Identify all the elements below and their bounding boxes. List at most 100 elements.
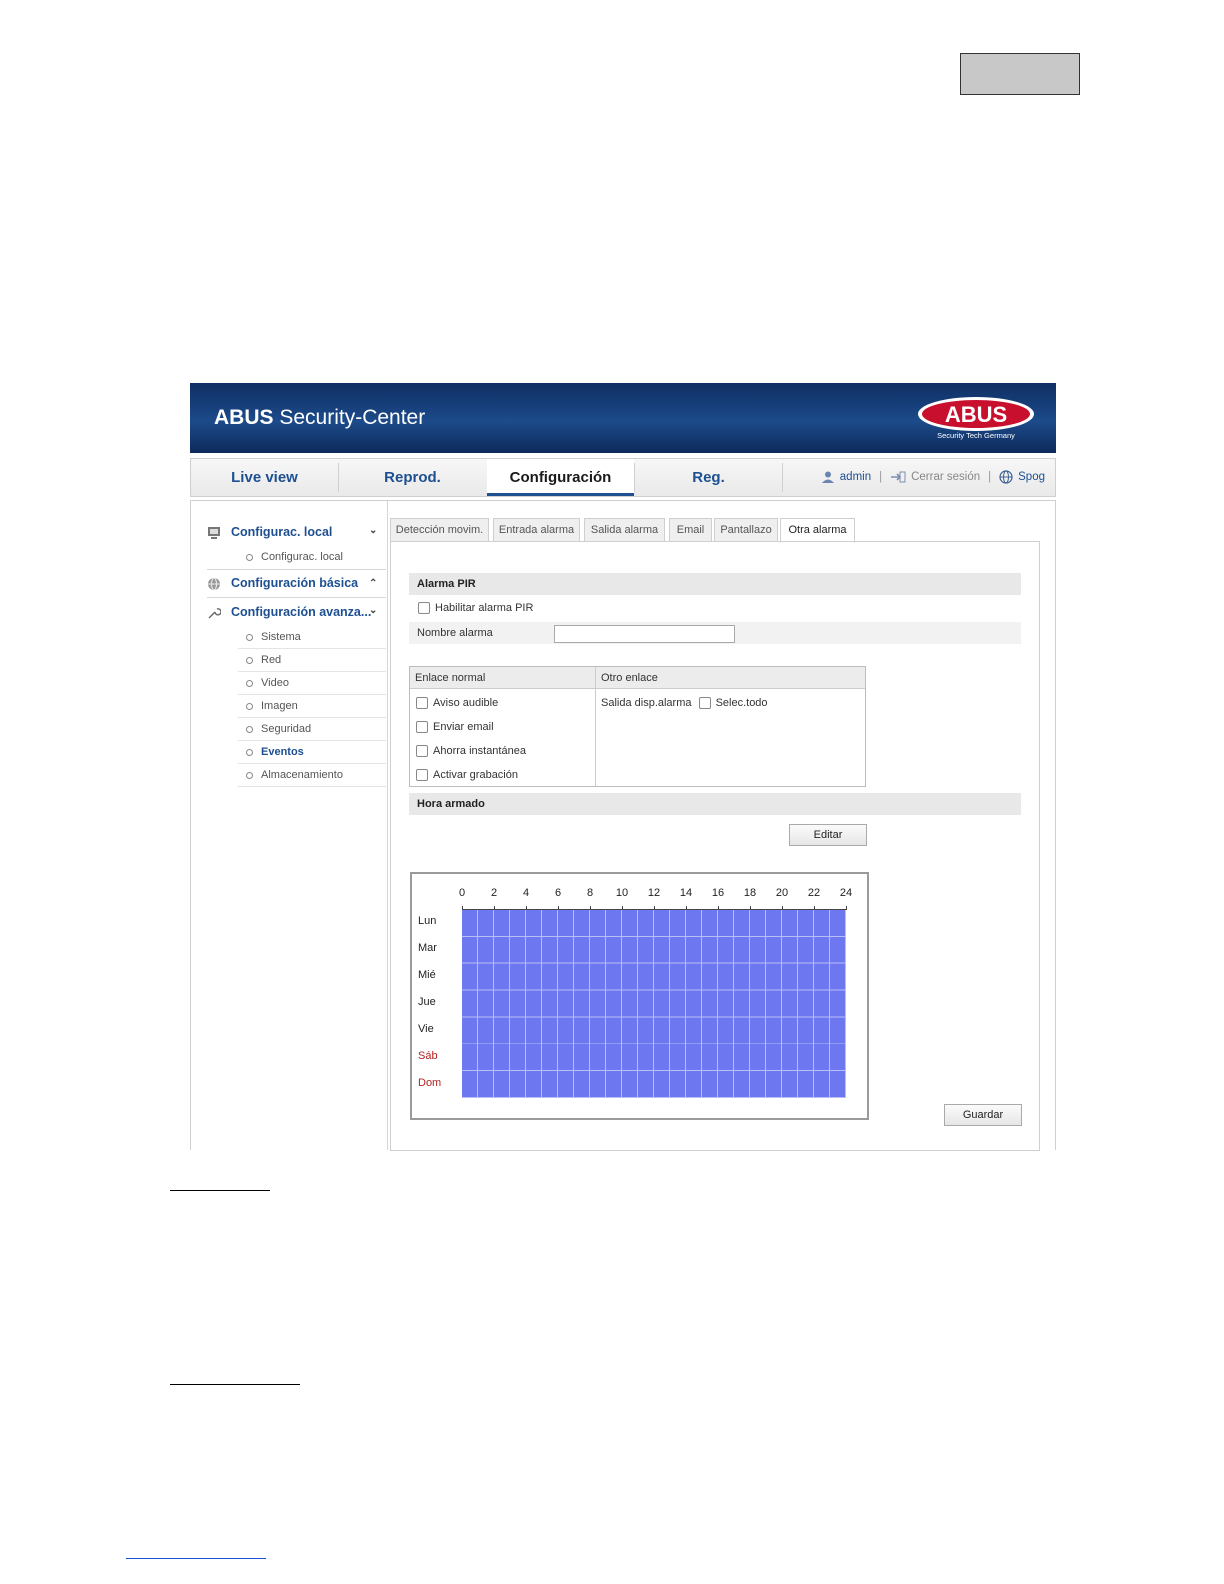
send-email-checkbox[interactable] <box>416 721 428 734</box>
day-label: Vie <box>418 1022 434 1035</box>
linkage-table: Enlace normal Otro enlace Aviso audible … <box>409 666 866 787</box>
abus-logo: ABUS Security Tech Germany <box>918 397 1034 440</box>
globe-icon <box>999 470 1013 484</box>
username-link[interactable]: admin <box>840 471 871 483</box>
chevron-up-icon: ⌃ <box>369 578 378 589</box>
subtab-alarm-output[interactable]: Salida alarma <box>584 518 665 542</box>
alarm-name-label: Nombre alarma <box>417 627 493 639</box>
day-label: Mié <box>418 969 436 982</box>
section-pir-alarm: Alarma PIR <box>409 573 1021 595</box>
user-icon <box>821 471 834 483</box>
tab-configuration[interactable]: Configuración <box>487 459 634 496</box>
user-bar: admin | Cerrar sesión | Spog <box>821 459 1045 496</box>
sidebar-item-local-config[interactable]: Configurac. local <box>238 546 386 568</box>
abus-web-interface: ABUS Security-Center ABUS Security Tech … <box>190 383 1056 1151</box>
hour-tick <box>462 906 463 910</box>
sidebar-item-eventos[interactable]: Eventos <box>238 741 386 764</box>
monitor-icon <box>208 527 220 539</box>
underline-rule <box>170 1384 300 1385</box>
sidebar-item-seguridad[interactable]: Seguridad <box>238 718 386 741</box>
subtab-other-alarm[interactable]: Otra alarma <box>780 518 855 543</box>
logout-link[interactable]: Cerrar sesión <box>911 471 980 483</box>
other-alarm-panel: Alarma PIR Habilitar alarma PIR Nombre a… <box>390 541 1040 1151</box>
globe-icon <box>208 577 220 591</box>
underline-rule <box>170 1190 270 1191</box>
sidebar-item-imagen[interactable]: Imagen <box>238 695 386 718</box>
main-panel: Detección movim. Entrada alarma Salida a… <box>390 518 1040 1151</box>
chevron-down-icon: ⌄ <box>369 605 378 616</box>
day-label: Jue <box>418 996 436 1008</box>
sidebar-item-video[interactable]: Video <box>238 672 386 695</box>
snapshot-option: Ahorra instantánea <box>416 745 526 758</box>
hour-label: 18 <box>743 887 757 899</box>
arming-schedule: 0 2 4 6 8 10 12 14 16 18 20 22 24 Lun Mar Mié Jue Vie Sáb… <box>410 872 869 1120</box>
hour-tick <box>718 906 719 910</box>
sidebar-group-basic-config[interactable]: Configuración básica ⌃ <box>208 576 377 591</box>
hour-label: 0 <box>458 887 466 899</box>
hour-tick <box>782 906 783 910</box>
trigger-recording-checkbox[interactable] <box>416 769 428 782</box>
logo-text: ABUS <box>945 402 1007 427</box>
snapshot-checkbox[interactable] <box>416 745 428 758</box>
app-title: ABUS Security-Center <box>214 406 426 429</box>
page-number-box <box>960 53 1080 95</box>
hour-label: 10 <box>615 887 629 899</box>
select-all-checkbox[interactable] <box>698 697 711 710</box>
tab-log[interactable]: Reg. <box>635 459 782 496</box>
alarm-name-row: Nombre alarma <box>409 622 1021 644</box>
normal-link-header: Enlace normal <box>410 667 595 689</box>
hour-label: 6 <box>554 887 562 899</box>
hour-tick <box>654 906 655 910</box>
section-arming-schedule: Hora armado <box>409 793 1021 815</box>
day-label: Dom <box>418 1076 442 1089</box>
subtab-motion-detection[interactable]: Detección movim. <box>390 518 489 542</box>
day-label: Mar <box>418 942 437 955</box>
link-underline <box>126 1558 266 1559</box>
hour-label: 12 <box>647 887 661 899</box>
sidebar-group-local-config[interactable]: Configurac. local ⌄ <box>208 525 377 539</box>
sidebar: Configurac. local ⌄ Configurac. local Co… <box>191 501 388 1150</box>
day-label: Sáb <box>418 1049 438 1062</box>
hour-label: 8 <box>586 887 594 899</box>
subtab-snapshot[interactable]: Pantallazo <box>714 518 778 542</box>
day-label: Lun <box>418 915 437 928</box>
subtab-alarm-input[interactable]: Entrada alarma <box>493 518 580 542</box>
header-banner: ABUS Security-Center ABUS Security Tech … <box>190 383 1056 453</box>
save-button[interactable]: Guardar <box>944 1104 1022 1126</box>
edit-button[interactable]: Editar <box>789 824 867 846</box>
subtab-email[interactable]: Email <box>669 518 712 542</box>
hour-tick <box>814 906 815 910</box>
enable-pir-checkbox[interactable] <box>418 602 430 615</box>
audible-warning-option: Aviso audible <box>416 697 498 710</box>
hour-label: 4 <box>522 887 530 899</box>
hour-tick <box>750 906 751 910</box>
chevron-down-icon: ⌄ <box>369 525 378 536</box>
hour-tick <box>686 906 687 910</box>
hour-tick <box>846 906 847 910</box>
other-link-header: Otro enlace <box>596 667 865 689</box>
send-email-option: Enviar email <box>416 721 494 734</box>
select-all-label: Selec.todo <box>715 697 768 709</box>
hour-label: 24 <box>839 887 853 899</box>
sidebar-item-sistema[interactable]: Sistema <box>238 626 386 649</box>
hour-label: 2 <box>490 887 498 899</box>
main-navigation: Live view Reprod. Configuración Reg. adm… <box>190 458 1056 497</box>
schedule-grid[interactable] <box>462 906 847 1098</box>
hour-label: 14 <box>679 887 693 899</box>
sidebar-group-advanced-config[interactable]: Configuración avanza... ⌄ <box>208 605 377 619</box>
hour-label: 22 <box>807 887 821 899</box>
hour-tick <box>590 906 591 910</box>
alarm-output-option: Salida disp.alarma Selec.todo <box>601 697 768 710</box>
hour-tick <box>558 906 559 910</box>
alarm-name-input[interactable] <box>554 625 735 643</box>
language-selector[interactable]: Spog <box>1018 471 1045 483</box>
hour-label: 16 <box>711 887 725 899</box>
tab-live-view[interactable]: Live view <box>191 459 338 496</box>
audible-warning-checkbox[interactable] <box>416 697 428 710</box>
sidebar-item-almacenamiento[interactable]: Almacenamiento <box>238 764 386 787</box>
hour-tick <box>622 906 623 910</box>
tab-playback[interactable]: Reprod. <box>339 459 486 496</box>
sidebar-item-red[interactable]: Red <box>238 649 386 672</box>
hour-tick <box>526 906 527 910</box>
logo-tagline: Security Tech Germany <box>937 431 1015 440</box>
